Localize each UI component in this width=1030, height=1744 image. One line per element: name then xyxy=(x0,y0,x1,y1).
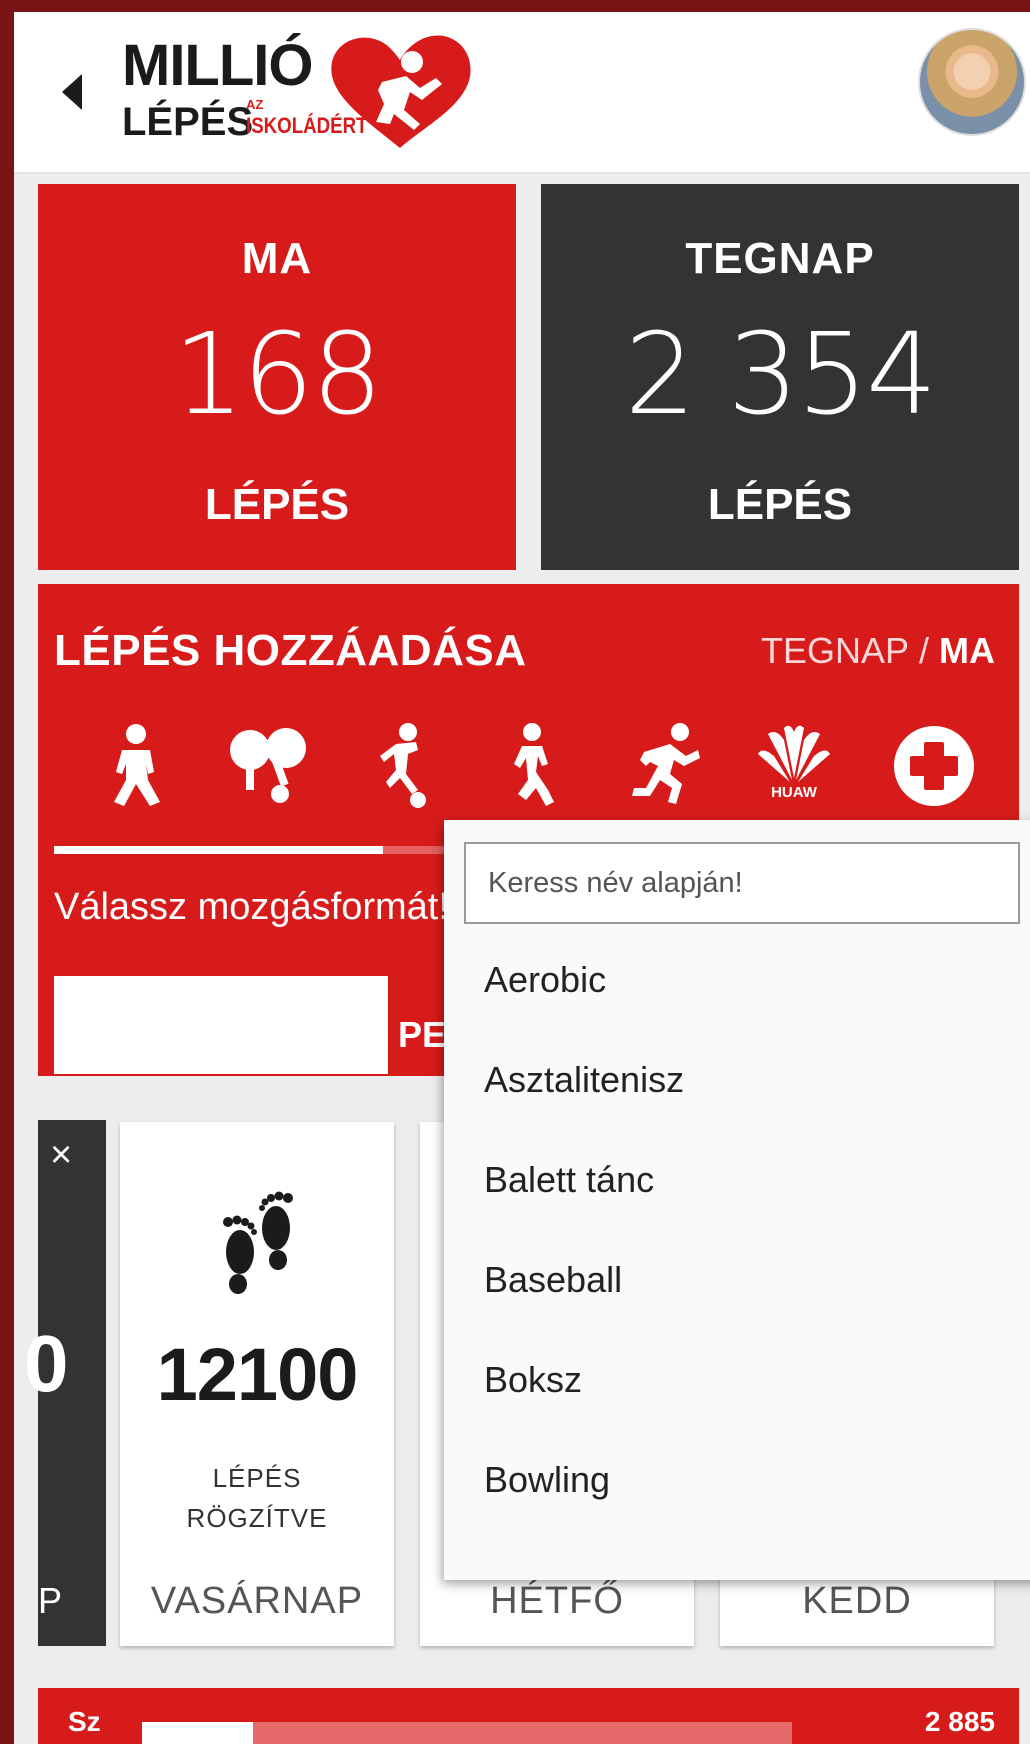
yesterday-label: TEGNAP xyxy=(685,234,875,283)
day-steps-caption: LÉPÉS RÖGZÍTVE xyxy=(120,1458,394,1538)
day-toggle: TEGNAP / MA xyxy=(761,630,995,672)
yesterday-steps-card[interactable]: TEGNAP 2 354 LÉPÉS xyxy=(541,184,1019,570)
partial-day-name: P xyxy=(38,1580,63,1621)
yesterday-steps-unit: LÉPÉS xyxy=(707,480,853,529)
activity-search-input[interactable] xyxy=(464,842,1020,924)
day-name: VASÁRNAP xyxy=(150,1580,364,1622)
user-avatar[interactable] xyxy=(918,28,1026,136)
progress-value: 2 885 xyxy=(924,1706,995,1737)
activity-progress-fill xyxy=(54,846,383,854)
yesterday-steps-value: 2 354 xyxy=(624,310,938,440)
add-steps-title: LÉPÉS HOZZÁADÁSA xyxy=(54,626,527,675)
day-card-vasarnap[interactable]: 12100 LÉPÉS RÖGZÍTVE VASÁRNAP xyxy=(120,1122,394,1646)
huawei-label: HUAW xyxy=(771,784,817,801)
heart-runner-logo-icon xyxy=(331,35,471,148)
today-steps-unit: LÉPÉS xyxy=(204,480,350,529)
activity-dropdown: Aerobic Asztalitenisz Balett tánc Baseba… xyxy=(444,820,1030,1580)
logo-text-lepes: LÉPÉS xyxy=(122,100,254,144)
table-tennis-icon[interactable] xyxy=(228,720,308,810)
activity-option-boksz[interactable]: Boksz xyxy=(444,1330,1030,1430)
activity-option-asztalitenisz[interactable]: Asztalitenisz xyxy=(444,1030,1030,1130)
toggle-yesterday[interactable]: TEGNAP xyxy=(761,630,909,671)
logo-text-az: AZ xyxy=(246,97,264,112)
add-activity-plus-button[interactable] xyxy=(894,726,974,806)
progress-row-label: Sz xyxy=(68,1706,101,1737)
toggle-today[interactable]: MA xyxy=(939,630,995,671)
walking-icon[interactable] xyxy=(96,720,176,810)
weekly-progress-bar: Sz 2 885 xyxy=(38,1688,1019,1744)
running-icon[interactable] xyxy=(492,720,572,810)
day-steps-caption-line1: LÉPÉS xyxy=(212,1463,302,1493)
footprints-icon xyxy=(223,1191,293,1294)
day-name: KEDD xyxy=(802,1580,912,1622)
sprint-icon[interactable] xyxy=(624,720,704,810)
activity-option-baseball[interactable]: Baseball xyxy=(444,1230,1030,1330)
activity-options-list: Aerobic Asztalitenisz Balett tánc Baseba… xyxy=(444,930,1030,1530)
close-icon[interactable]: × xyxy=(50,1134,72,1177)
submit-partial-label[interactable]: PE xyxy=(398,1014,446,1056)
back-chevron-icon[interactable] xyxy=(50,62,90,122)
choose-activity-label: Válassz mozgásformát! xyxy=(54,886,449,928)
activity-option-balett-tanc[interactable]: Balett tánc xyxy=(444,1130,1030,1230)
today-label: MA xyxy=(241,234,313,283)
activity-option-aerobic[interactable]: Aerobic xyxy=(444,930,1030,1030)
progress-fill xyxy=(142,1722,253,1744)
day-steps-value: 12100 xyxy=(156,1333,359,1416)
step-count-input[interactable] xyxy=(54,976,388,1074)
app-header: MILLIÓ LÉPÉS AZ ISKOLÁDÉRT xyxy=(14,12,1030,174)
app-frame: MILLIÓ LÉPÉS AZ ISKOLÁDÉRT MA 168 LÉPÉS … xyxy=(14,12,1030,1744)
activity-option-bowling[interactable]: Bowling xyxy=(444,1430,1030,1530)
partial-day-value: 0 xyxy=(24,1319,69,1408)
logo-text-millio: MILLIÓ xyxy=(122,33,314,98)
today-steps-value: 168 xyxy=(173,310,383,440)
today-steps-card[interactable]: MA 168 LÉPÉS xyxy=(38,184,516,570)
day-name: HÉTFŐ xyxy=(490,1580,624,1622)
huawei-icon[interactable]: HUAW xyxy=(754,720,834,810)
partial-day-card[interactable]: × 0 P xyxy=(24,1120,106,1646)
app-logo[interactable]: MILLIÓ LÉPÉS AZ ISKOLÁDÉRT xyxy=(110,26,471,148)
toggle-separator: / xyxy=(908,630,939,671)
day-steps-caption-line2: RÖGZÍTVE xyxy=(186,1503,328,1533)
soccer-icon[interactable] xyxy=(360,720,440,810)
